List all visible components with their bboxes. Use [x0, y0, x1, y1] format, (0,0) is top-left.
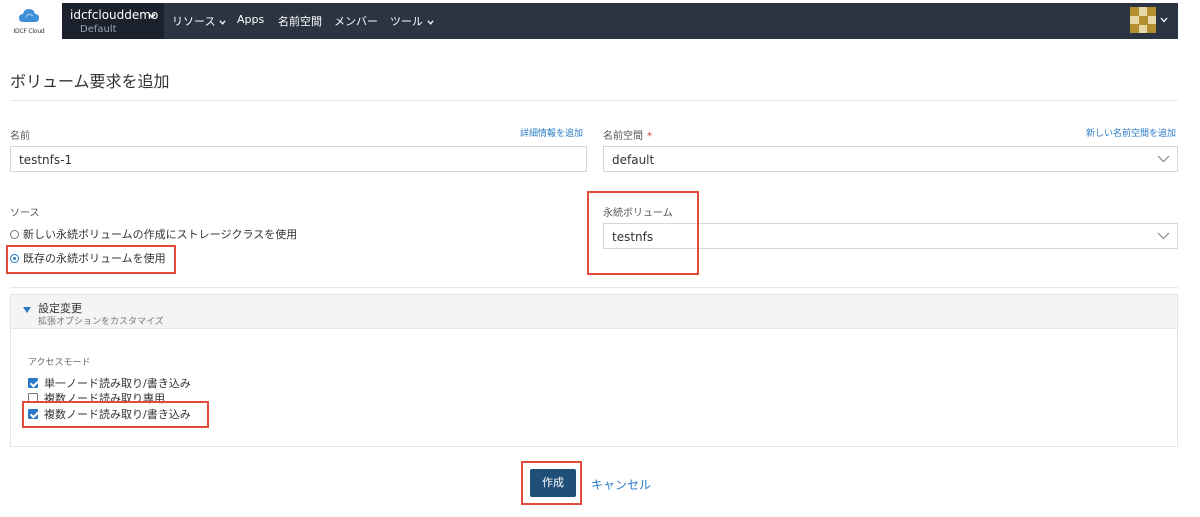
radio-button[interactable]: [10, 229, 19, 239]
chevron-down-icon: [1157, 155, 1170, 163]
cloud-logo-icon: [19, 9, 39, 22]
highlight-box: [587, 191, 699, 275]
add-description-link[interactable]: 詳細情報を追加: [520, 126, 583, 139]
cluster-switcher[interactable]: idcfclouddemo Default: [62, 3, 164, 39]
access-mode-label: アクセスモード: [28, 358, 91, 368]
highlight-box: [22, 401, 209, 428]
source-label: ソース: [10, 208, 40, 219]
advanced-options-header[interactable]: 設定変更 拡張オプションをカスタマイズ: [11, 295, 1177, 329]
nav-item-members[interactable]: メンバー: [334, 13, 378, 29]
idcf-cloud-logo[interactable]: IDCF Cloud: [6, 4, 52, 38]
cancel-link[interactable]: キャンセル: [591, 476, 651, 493]
namespace-label: 名前空間 *: [603, 131, 652, 142]
divider: [10, 287, 1178, 288]
checkbox-checked[interactable]: [28, 378, 38, 388]
logo-text: IDCF Cloud: [13, 28, 45, 35]
required-marker: *: [647, 131, 652, 142]
divider: [10, 100, 1178, 101]
name-label: 名前: [10, 131, 30, 142]
chevron-down-icon[interactable]: [1160, 16, 1168, 24]
add-namespace-link[interactable]: 新しい名前空間を追加: [1086, 126, 1176, 139]
nav-bar-background: [62, 3, 1178, 39]
name-input[interactable]: testnfs-1: [10, 146, 587, 172]
namespace-select[interactable]: default: [603, 146, 1178, 172]
triangle-down-icon: [23, 307, 31, 313]
nav-item-apps[interactable]: Apps: [237, 13, 264, 26]
nav-item-namespaces[interactable]: 名前空間: [278, 13, 322, 29]
top-navigation-bar: IDCF Cloud idcfclouddemo Default リソース Ap…: [0, 0, 1200, 40]
nav-item-tools[interactable]: ツール: [390, 13, 434, 29]
page-title: ボリューム要求を追加: [10, 72, 170, 91]
name-input-value: testnfs-1: [19, 153, 73, 167]
source-option-storage-class[interactable]: 新しい永続ボリュームの作成にストレージクラスを使用: [10, 226, 297, 242]
chevron-down-icon: [219, 19, 227, 25]
advanced-options-subtitle: 拡張オプションをカスタマイズ: [38, 317, 164, 327]
project-name: Default: [80, 24, 117, 35]
chevron-down-icon: [427, 19, 434, 25]
user-avatar[interactable]: [1130, 7, 1156, 33]
highlight-box: [6, 245, 176, 274]
highlight-box: [521, 461, 582, 505]
cluster-name: idcfclouddemo: [70, 8, 159, 22]
access-mode-rwo[interactable]: 単一ノード読み取り/書き込み: [28, 375, 191, 391]
chevron-down-icon: [148, 13, 156, 19]
nav-item-resources[interactable]: リソース: [172, 13, 227, 29]
namespace-select-value: default: [612, 153, 655, 167]
chevron-down-icon: [1157, 232, 1170, 240]
